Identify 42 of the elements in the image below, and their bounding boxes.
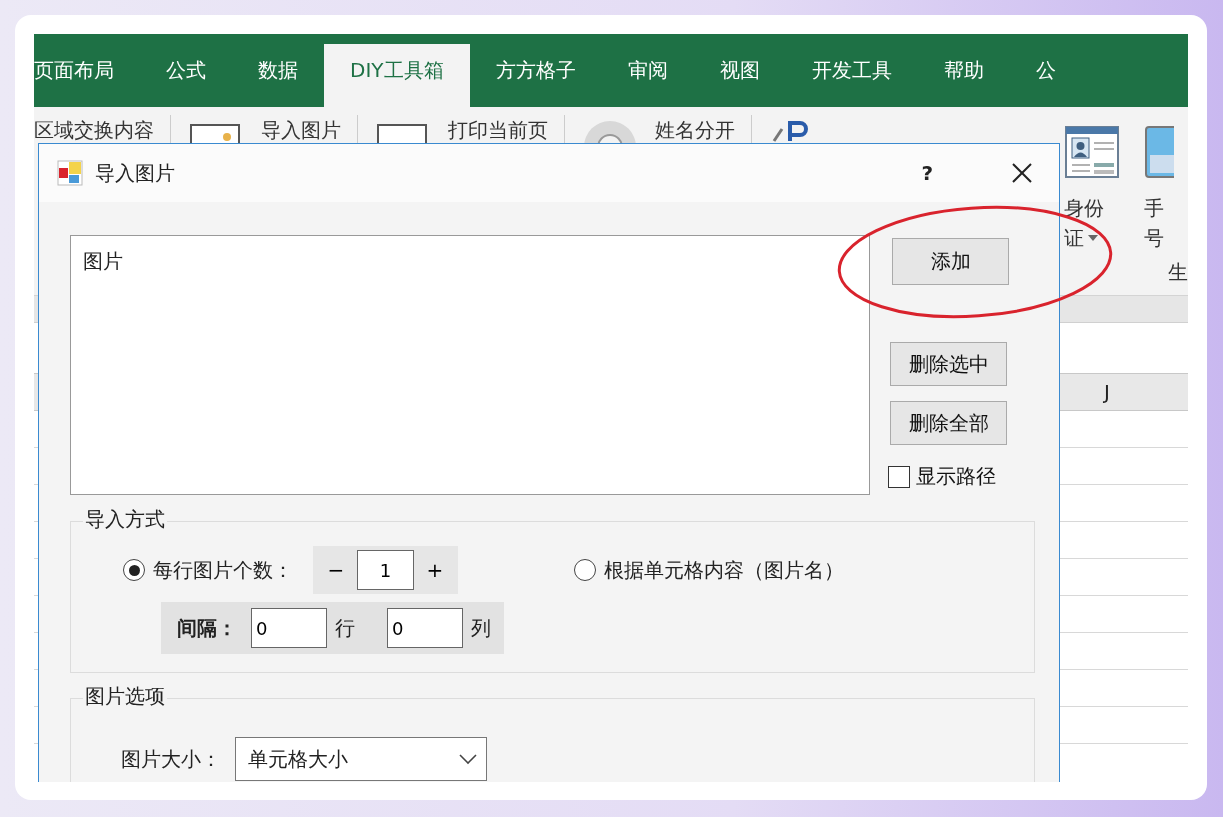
dialog-button[interactable]: 添加 (892, 238, 1009, 285)
picture-list[interactable]: 图片 (70, 235, 870, 495)
list-header: 图片 (83, 249, 123, 273)
caret-down-icon (1087, 234, 1099, 242)
ribbon-command[interactable]: 区域交换内容 (34, 117, 154, 144)
phone-button[interactable]: 手 号 (1144, 125, 1174, 253)
id-card-icon (1064, 125, 1120, 179)
id-card-button[interactable]: 身份 证 (1064, 125, 1120, 253)
ribbon-tab[interactable]: 方方格子 (469, 44, 602, 107)
unit-label: 列 (471, 614, 491, 642)
chevron-down-icon (458, 753, 478, 765)
unit-label: 行 (335, 614, 355, 642)
close-icon[interactable] (1011, 162, 1033, 184)
radio-option[interactable]: 根据单元格内容（图片名） (574, 556, 844, 584)
ribbon-tab[interactable]: 公式 (140, 44, 232, 107)
ribbon-tab[interactable]: 开发工具 (785, 44, 918, 107)
help-button[interactable]: ? (913, 161, 941, 185)
ribbon-tab[interactable]: 页面布局 (34, 44, 140, 107)
radio-option[interactable]: 每行图片个数： (123, 556, 293, 584)
size-label: 图片大小： (121, 745, 221, 773)
ribbon-tab[interactable]: 视图 (693, 44, 786, 107)
ribbon-command[interactable]: 打印当前页 (448, 117, 548, 144)
ribbon-command[interactable]: 姓名分开 (655, 117, 735, 144)
decrement-button[interactable]: − (323, 558, 349, 582)
show-path-checkbox[interactable]: 显示路径 (888, 463, 996, 490)
ribbon-tab[interactable]: 公 (1009, 44, 1082, 107)
column-spacing-field[interactable]: 0 (387, 608, 463, 648)
ribbon-command[interactable]: 导入图片 (261, 117, 341, 144)
ribbon-tab[interactable]: 数据 (232, 44, 324, 107)
dialog-button[interactable]: 删除全部 (890, 401, 1007, 445)
ribbon-tab[interactable]: DIY工具箱 (324, 44, 470, 107)
dialog-button[interactable]: 删除选中 (890, 342, 1007, 386)
ribbon-tab[interactable]: 帮助 (917, 44, 1010, 107)
count-field[interactable]: 1 (357, 550, 414, 590)
row-spacing-field[interactable]: 0 (251, 608, 327, 648)
ribbon-group-label: 生 (1168, 259, 1188, 286)
ribbon-tab[interactable]: 审阅 (601, 44, 694, 107)
phone-icon (1144, 125, 1174, 179)
increment-button[interactable]: + (422, 558, 448, 582)
size-dropdown[interactable]: 单元格大小 (235, 737, 487, 781)
dialog-title: 导入图片 (95, 159, 175, 187)
spacing-label: 间隔： (177, 614, 237, 642)
